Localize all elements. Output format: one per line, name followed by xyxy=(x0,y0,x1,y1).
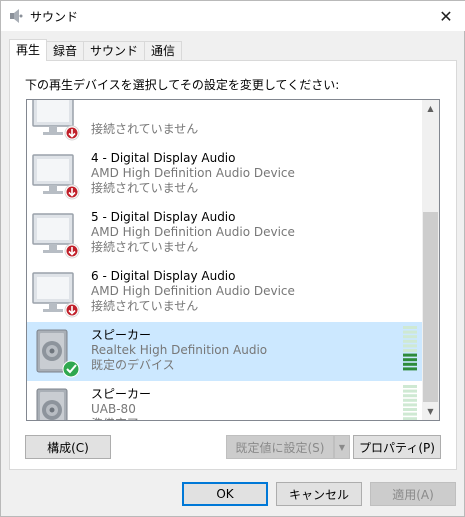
monitor-disconnected-icon xyxy=(32,100,80,141)
device-row[interactable]: 4 - Digital Display Audio AMD High Defini… xyxy=(27,145,423,204)
level-segment xyxy=(403,362,417,366)
device-driver: Realtek High Definition Audio xyxy=(91,343,268,357)
apply-button[interactable]: 適用(A) xyxy=(370,482,456,506)
device-text: 5 - Digital Display Audio AMD High Defini… xyxy=(91,210,295,255)
device-status: 接続されていません xyxy=(91,299,199,313)
volume-level-meter xyxy=(403,385,417,420)
properties-button[interactable]: プロパティ(P) xyxy=(353,435,441,459)
playback-panel: 下の再生デバイスを選択してその設定を変更してください: 接続されていません 4 … xyxy=(9,60,457,470)
device-row[interactable]: スピーカー Realtek High Definition Audio 既定のデバイ… xyxy=(27,322,423,381)
device-row[interactable]: 6 - Digital Display Audio AMD High Defini… xyxy=(27,263,423,322)
volume-level-meter xyxy=(403,326,417,371)
level-segment xyxy=(403,385,417,388)
device-status: 接続されていません xyxy=(91,240,199,254)
speaker-icon xyxy=(36,388,68,420)
device-row[interactable]: スピーカーUAB-80準備完了 xyxy=(27,381,423,420)
level-segment xyxy=(403,358,417,362)
tab-strip: 再生 録音 サウンド 通信 xyxy=(9,39,183,61)
level-segment xyxy=(403,367,417,371)
level-segment xyxy=(403,326,417,329)
device-text: 6 - Digital Display Audio AMD High Defini… xyxy=(91,269,295,314)
close-button[interactable]: ✕ xyxy=(426,1,465,31)
device-list[interactable]: 接続されていません 4 - Digital Display Audio AMD H… xyxy=(26,99,440,421)
speaker-icon xyxy=(10,9,23,23)
device-name: 5 - Digital Display Audio xyxy=(91,210,236,224)
level-segment xyxy=(403,344,417,348)
device-text: スピーカー Realtek High Definition Audio 既定のデバイ… xyxy=(91,328,267,373)
monitor-disconnected-icon xyxy=(32,272,80,318)
level-segment xyxy=(403,353,417,357)
scroll-down-icon[interactable]: ▼ xyxy=(422,403,439,420)
device-row[interactable]: 5 - Digital Display Audio AMD High Defini… xyxy=(27,204,423,263)
device-row[interactable]: 接続されていません xyxy=(27,100,423,145)
level-segment xyxy=(403,398,417,402)
device-status: 準備完了 xyxy=(91,417,151,420)
device-driver xyxy=(91,107,198,122)
instruction-text: 下の再生デバイスを選択してその設定を変更してください: xyxy=(25,78,340,92)
sound-dialog: サウンド ✕ 再生 録音 サウンド 通信 下の再生デバイスを選択してその設定を変… xyxy=(0,0,465,517)
level-segment xyxy=(403,335,417,339)
tab-sounds[interactable]: サウンド xyxy=(83,41,146,61)
scrollbar-thumb[interactable] xyxy=(423,212,438,402)
level-segment xyxy=(403,339,417,343)
device-name: スピーカー xyxy=(91,328,152,342)
configure-button[interactable]: 構成(C) xyxy=(25,435,111,459)
device-status: 接続されていません xyxy=(91,122,199,136)
device-name: 6 - Digital Display Audio xyxy=(91,269,236,283)
device-text: 接続されていません xyxy=(91,100,199,137)
tab-communications[interactable]: 通信 xyxy=(144,41,183,61)
level-segment xyxy=(403,403,417,407)
tab-playback[interactable]: 再生 xyxy=(9,39,48,61)
monitor-disconnected-icon xyxy=(32,154,80,200)
device-status: 既定のデバイス xyxy=(91,358,175,372)
device-name: 4 - Digital Display Audio xyxy=(91,151,236,165)
device-driver: AMD High Definition Audio Device xyxy=(91,225,295,239)
cancel-button[interactable]: キャンセル xyxy=(276,482,362,506)
level-segment xyxy=(403,412,417,416)
device-driver: AMD High Definition Audio Device xyxy=(91,166,295,180)
tab-recording[interactable]: 録音 xyxy=(46,41,85,61)
device-list-items: 接続されていません 4 - Digital Display Audio AMD H… xyxy=(27,100,423,420)
device-driver: UAB-80 xyxy=(91,402,136,416)
set-default-dropdown-icon[interactable]: ▼ xyxy=(334,435,350,459)
ok-button[interactable]: OK xyxy=(182,482,268,506)
device-status: 接続されていません xyxy=(91,181,199,195)
title-bar: サウンド ✕ xyxy=(1,1,465,31)
device-name: スピーカー xyxy=(91,387,152,401)
level-segment xyxy=(403,330,417,334)
set-default-button[interactable]: 既定値に設定(S) xyxy=(226,435,334,459)
vertical-scrollbar[interactable]: ▲ ▼ xyxy=(422,100,439,420)
level-segment xyxy=(403,417,417,420)
level-segment xyxy=(403,349,417,352)
device-driver: AMD High Definition Audio Device xyxy=(91,284,295,298)
monitor-disconnected-icon xyxy=(32,213,80,259)
speaker-default-icon xyxy=(36,329,80,378)
level-segment xyxy=(403,394,417,398)
window-title: サウンド xyxy=(30,10,79,24)
device-text: 4 - Digital Display Audio AMD High Defini… xyxy=(91,151,295,196)
level-segment xyxy=(403,408,417,411)
scroll-up-icon[interactable]: ▲ xyxy=(422,100,439,117)
device-text: スピーカーUAB-80準備完了 xyxy=(91,387,152,420)
level-segment xyxy=(403,389,417,393)
device-name xyxy=(91,100,198,107)
